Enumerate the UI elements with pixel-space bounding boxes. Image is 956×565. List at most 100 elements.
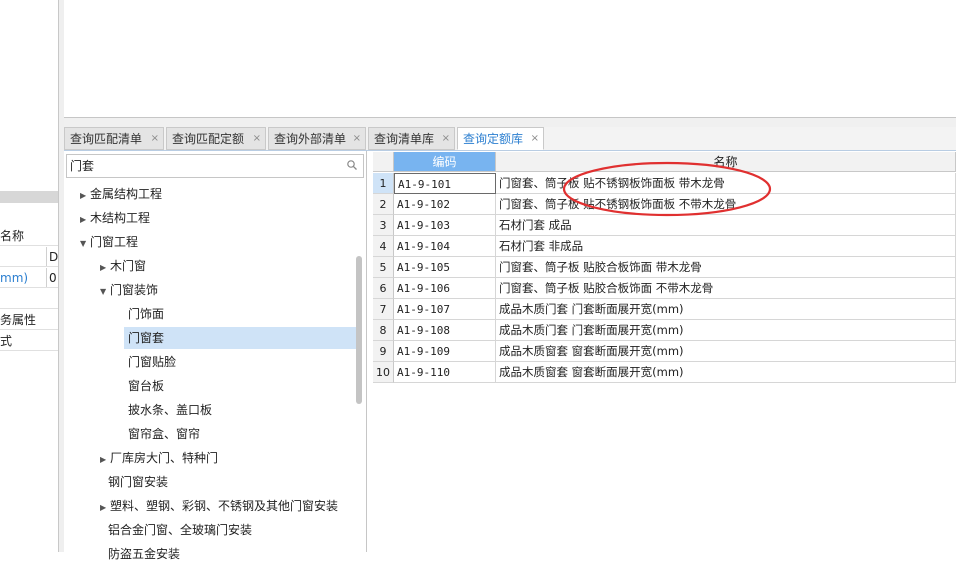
left-property-value: 0 bbox=[46, 268, 57, 287]
tab-label: 查询外部清单 bbox=[274, 132, 347, 146]
cell-code[interactable]: A1-9-105 bbox=[394, 257, 496, 278]
column-header-name[interactable]: 名称 bbox=[496, 152, 956, 172]
close-icon[interactable]: × bbox=[353, 128, 361, 150]
cell-code[interactable]: A1-9-102 bbox=[394, 194, 496, 215]
row-number[interactable]: 7 bbox=[373, 299, 394, 320]
search-text: 门套 bbox=[70, 159, 95, 173]
tab-label: 查询匹配清单 bbox=[70, 132, 143, 146]
tree-node[interactable]: ▼ 门窗装饰 bbox=[100, 279, 158, 301]
cell-name[interactable]: 成品木质门套 门套断面展开宽(mm) bbox=[496, 299, 956, 320]
tree-node[interactable]: 门窗套 bbox=[124, 327, 357, 349]
tree-node[interactable]: ▶ 金属结构工程 bbox=[80, 183, 162, 205]
tree-node[interactable]: 铝合金门窗、全玻璃门安装 bbox=[108, 519, 252, 541]
collapse-arrow-icon[interactable]: ▼ bbox=[80, 233, 90, 255]
tree-scrollbar-thumb[interactable] bbox=[356, 256, 362, 404]
tab-label: 查询匹配定额 bbox=[172, 132, 245, 146]
close-icon[interactable]: × bbox=[253, 128, 261, 150]
tree-node[interactable]: 披水条、盖口板 bbox=[128, 399, 212, 421]
cell-code[interactable]: A1-9-101 bbox=[394, 173, 496, 194]
cell-name[interactable]: 成品木质窗套 窗套断面展开宽(mm) bbox=[496, 341, 956, 362]
tree-node-label: 门窗工程 bbox=[90, 235, 139, 249]
tree-node[interactable]: 钢门窗安装 bbox=[108, 471, 168, 493]
tree-node-label: 木门窗 bbox=[110, 259, 147, 273]
tree-node[interactable]: ▶ 塑料、塑钢、彩钢、不锈钢及其他门窗安装 bbox=[100, 495, 338, 517]
tree-node-label: 钢门窗安装 bbox=[108, 475, 169, 489]
row-number[interactable]: 5 bbox=[373, 257, 394, 278]
cell-name[interactable]: 门窗套、筒子板 贴胶合板饰面 带木龙骨 bbox=[496, 257, 956, 278]
expand-arrow-icon[interactable]: ▶ bbox=[80, 185, 90, 207]
tree-node-label: 塑料、塑钢、彩钢、不锈钢及其他门窗安装 bbox=[110, 499, 339, 513]
tree-node[interactable]: ▶ 厂库房大门、特种门 bbox=[100, 447, 218, 469]
row-number[interactable]: 2 bbox=[373, 194, 394, 215]
tree-node[interactable]: ▶ 木门窗 bbox=[100, 255, 146, 277]
tree-node-label: 防盗五金安装 bbox=[108, 547, 181, 561]
expand-arrow-icon[interactable]: ▶ bbox=[80, 209, 90, 231]
row-number[interactable]: 3 bbox=[373, 215, 394, 236]
row-number[interactable]: 1 bbox=[373, 173, 394, 194]
cell-code[interactable]: A1-9-109 bbox=[394, 341, 496, 362]
tree-node[interactable]: 门窗贴脸 bbox=[128, 351, 176, 373]
expand-arrow-icon[interactable]: ▶ bbox=[100, 257, 110, 279]
column-header-code[interactable]: 编码 bbox=[394, 152, 496, 172]
tab-label: 查询清单库 bbox=[374, 132, 435, 146]
cell-name[interactable]: 石材门套 成品 bbox=[496, 215, 956, 236]
expand-arrow-icon[interactable]: ▶ bbox=[100, 449, 110, 471]
left-property-row[interactable]: 务属性 bbox=[0, 310, 58, 330]
tree-node-label: 窗台板 bbox=[128, 379, 165, 393]
tree-node-label: 金属结构工程 bbox=[90, 187, 163, 201]
expand-arrow-icon[interactable]: ▶ bbox=[100, 497, 110, 519]
row-number[interactable]: 6 bbox=[373, 278, 394, 299]
cell-code[interactable]: A1-9-107 bbox=[394, 299, 496, 320]
tree-node[interactable]: ▶ 木结构工程 bbox=[80, 207, 150, 229]
tab-5[interactable]: 查询定额库 × bbox=[457, 127, 544, 150]
left-property-label: 式 bbox=[0, 334, 13, 348]
search-icon[interactable] bbox=[347, 160, 357, 170]
tree-node-label: 门窗套 bbox=[128, 331, 165, 345]
tree-node-label: 铝合金门窗、全玻璃门安装 bbox=[108, 523, 253, 537]
row-number[interactable]: 10 bbox=[373, 362, 394, 383]
cell-name[interactable]: 门窗套、筒子板 贴不锈钢板饰面板 带木龙骨 bbox=[496, 173, 956, 194]
cell-code[interactable]: A1-9-106 bbox=[394, 278, 496, 299]
left-property-row[interactable]: 式 bbox=[0, 331, 58, 351]
left-property-value: DI bbox=[46, 247, 58, 266]
cell-code[interactable]: A1-9-104 bbox=[394, 236, 496, 257]
cell-code[interactable]: A1-9-108 bbox=[394, 320, 496, 341]
tree-node-label: 厂库房大门、特种门 bbox=[110, 451, 219, 465]
tree-node[interactable]: 窗帘盒、窗帘 bbox=[128, 423, 200, 445]
left-property-label: 务属性 bbox=[0, 313, 37, 327]
tree-node[interactable]: 防盗五金安装 bbox=[108, 543, 180, 565]
close-icon[interactable]: × bbox=[442, 128, 450, 150]
cell-code[interactable]: A1-9-110 bbox=[394, 362, 496, 383]
close-icon[interactable]: × bbox=[151, 128, 159, 150]
tree-node-label: 披水条、盖口板 bbox=[128, 403, 213, 417]
pane-splitter[interactable] bbox=[64, 118, 956, 127]
left-property-label: mm) bbox=[0, 271, 29, 285]
left-property-row[interactable] bbox=[0, 289, 58, 309]
tab-3[interactable]: 查询外部清单 × bbox=[268, 127, 366, 150]
cell-code[interactable]: A1-9-103 bbox=[394, 215, 496, 236]
left-property-row[interactable]: mm) 0 bbox=[0, 268, 58, 288]
left-property-row[interactable]: 名称 bbox=[0, 226, 58, 246]
tree-node-label: 木结构工程 bbox=[90, 211, 151, 225]
collapse-arrow-icon[interactable]: ▼ bbox=[100, 281, 110, 303]
tab-4[interactable]: 查询清单库 × bbox=[368, 127, 455, 150]
tree-node[interactable]: ▼ 门窗工程 bbox=[80, 231, 138, 253]
cell-name[interactable]: 成品木质窗套 窗套断面展开宽(mm) bbox=[496, 362, 956, 383]
row-number[interactable]: 4 bbox=[373, 236, 394, 257]
cell-name[interactable]: 成品木质门套 门套断面展开宽(mm) bbox=[496, 320, 956, 341]
tree-search-input[interactable]: 门套 bbox=[66, 154, 364, 178]
tree-node-label: 门饰面 bbox=[128, 307, 165, 321]
tab-2[interactable]: 查询匹配定额 × bbox=[166, 127, 266, 150]
tree-node[interactable]: 门饰面 bbox=[128, 303, 164, 325]
cell-name[interactable]: 石材门套 非成品 bbox=[496, 236, 956, 257]
cell-name[interactable]: 门窗套、筒子板 贴不锈钢板饰面板 不带木龙骨 bbox=[496, 194, 956, 215]
cell-name[interactable]: 门窗套、筒子板 贴胶合板饰面 不带木龙骨 bbox=[496, 278, 956, 299]
tree-node-label: 门窗装饰 bbox=[110, 283, 159, 297]
row-number[interactable]: 8 bbox=[373, 320, 394, 341]
tree-node-label: 窗帘盒、窗帘 bbox=[128, 427, 201, 441]
tree-node[interactable]: 窗台板 bbox=[128, 375, 164, 397]
row-number[interactable]: 9 bbox=[373, 341, 394, 362]
tab-1[interactable]: 查询匹配清单 × bbox=[64, 127, 164, 150]
close-icon[interactable]: × bbox=[531, 128, 539, 150]
left-property-row[interactable]: DI bbox=[0, 247, 58, 267]
